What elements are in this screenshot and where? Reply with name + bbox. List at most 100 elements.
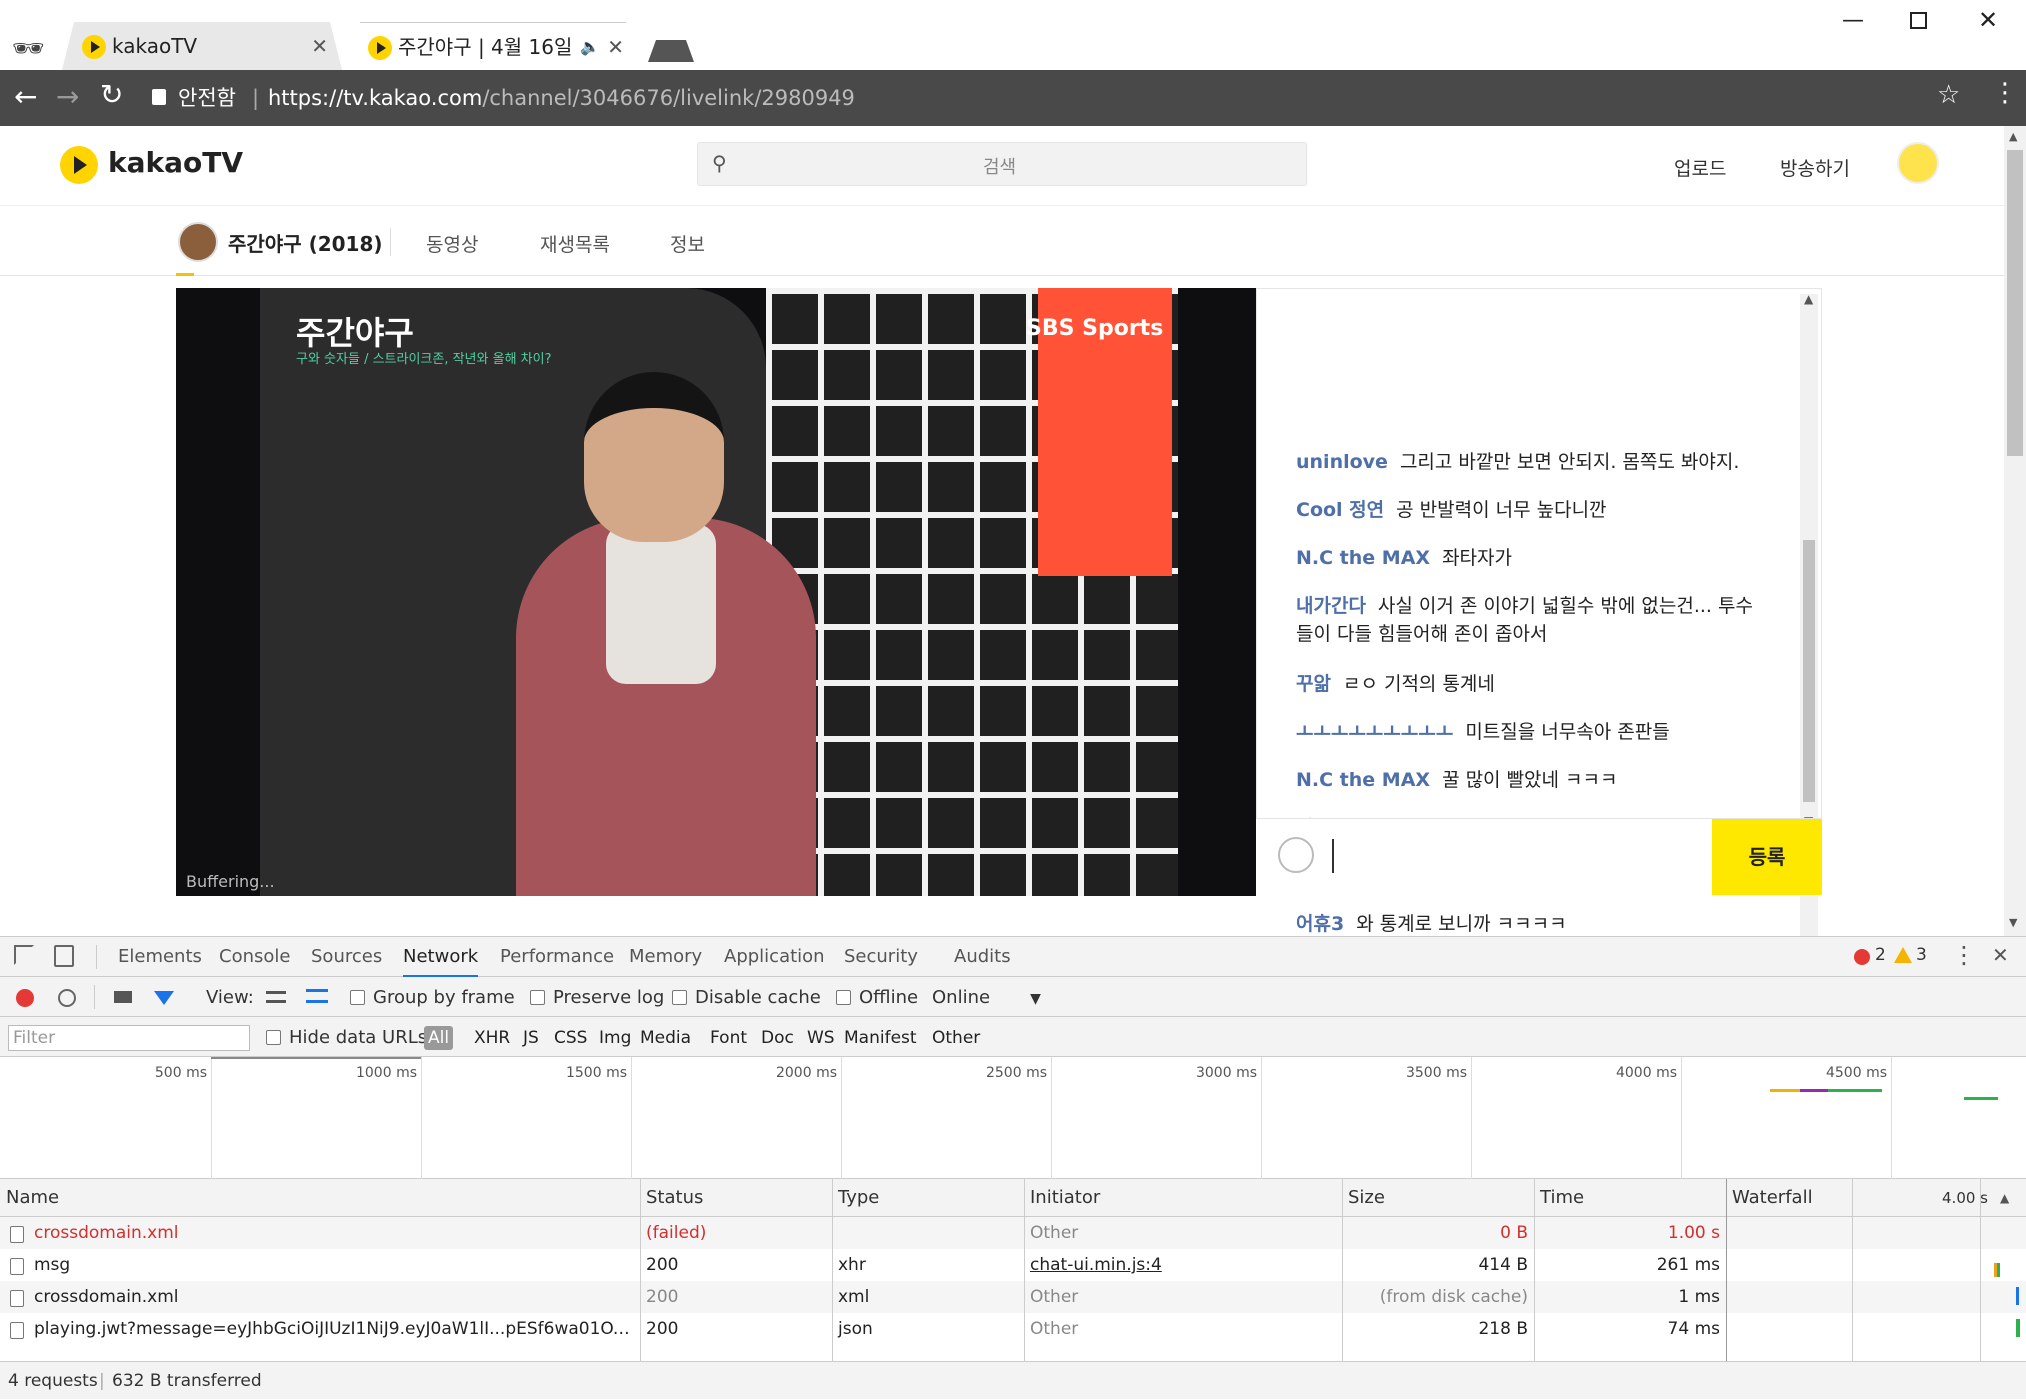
preserve-log-checkbox[interactable]: Preserve log (530, 987, 664, 1008)
warning-icon[interactable] (1894, 947, 1912, 963)
chat-username[interactable]: Cool 정연 (1296, 499, 1384, 521)
filter-input[interactable]: Filter (8, 1025, 250, 1051)
filter-type-all[interactable]: All (424, 1026, 454, 1050)
table-row[interactable]: crossdomain.xml (failed) Other 0 B 1.00 s (0, 1217, 2026, 1249)
omnibox[interactable]: 안전함 | https://tv.kakao.com/channel/30466… (140, 77, 1940, 119)
user-avatar[interactable] (1897, 142, 1939, 184)
tab-kakaotv[interactable]: kakaoTV ✕ (62, 22, 342, 70)
group-by-frame-checkbox[interactable]: Group by frame (350, 987, 515, 1008)
chat-username[interactable]: uninlove (1296, 451, 1388, 473)
column-name[interactable]: Name (0, 1179, 640, 1216)
channel-tab[interactable]: 주간야구 (2018) (176, 206, 383, 276)
filter-type-media[interactable]: Media (636, 1026, 695, 1050)
chat-send-button[interactable]: 등록 (1712, 819, 1822, 895)
nav-playlists[interactable]: 재생목록 (540, 230, 610, 257)
column-status[interactable]: Status (640, 1179, 832, 1216)
nav-info[interactable]: 정보 (670, 230, 705, 257)
devtools-menu-icon[interactable]: ⋮ (1952, 941, 1976, 969)
devtools-tab-elements[interactable]: Elements (118, 937, 202, 977)
record-icon[interactable] (16, 989, 34, 1007)
filter-type-other[interactable]: Other (928, 1026, 984, 1050)
maximize-icon[interactable] (1910, 12, 1927, 29)
page-scroll-thumb[interactable] (2007, 150, 2023, 456)
chat-message: ㅗㅗㅗㅗㅗㅗㅗㅗㅗ 미트질을 너무속아 존판들 (1296, 718, 1766, 746)
page-scrollbar[interactable]: ▲ ▼ (2004, 126, 2026, 936)
devtools-tab-network[interactable]: Network (403, 937, 479, 977)
error-icon[interactable] (1854, 949, 1870, 965)
close-tab-icon[interactable]: ✕ (311, 22, 328, 70)
overview-icon[interactable] (306, 989, 328, 1003)
page-scroll-down-icon[interactable]: ▼ (2009, 916, 2017, 929)
filter-funnel-icon[interactable] (154, 991, 174, 1005)
clear-icon[interactable] (58, 989, 76, 1007)
filter-type-css[interactable]: CSS (550, 1026, 591, 1050)
warning-count[interactable]: 3 (1916, 945, 1927, 965)
filter-type-ws[interactable]: WS (803, 1026, 839, 1050)
disable-cache-checkbox[interactable]: Disable cache (672, 987, 821, 1008)
chat-username[interactable]: 어휴3 (1296, 913, 1344, 935)
devtools-tab-memory[interactable]: Memory (629, 937, 702, 977)
upload-link[interactable]: 업로드 (1674, 154, 1726, 181)
sort-arrow-icon[interactable]: ▲ (2000, 1179, 2009, 1217)
page-scroll-up-icon[interactable]: ▲ (2009, 130, 2017, 143)
broadcast-link[interactable]: 방송하기 (1780, 154, 1850, 181)
chat-username[interactable]: N.C the MAX (1296, 769, 1430, 791)
column-type[interactable]: Type (832, 1179, 1024, 1216)
filter-type-manifest[interactable]: Manifest (840, 1026, 921, 1050)
devtools-tab-audits[interactable]: Audits (954, 937, 1011, 977)
kakaotv-page: kakaoTV ⚲ 검색 업로드 방송하기 주간야구 (2018) 동영상 재생… (0, 126, 2004, 936)
back-icon[interactable]: ← (14, 80, 37, 113)
forward-icon[interactable]: → (56, 80, 79, 113)
filter-type-js[interactable]: JS (519, 1026, 543, 1050)
close-window-icon[interactable]: ✕ (1978, 6, 1998, 34)
filter-type-img[interactable]: Img (595, 1026, 635, 1050)
table-row[interactable]: crossdomain.xml 200 xml Other (from disk cac… (0, 1281, 2026, 1313)
devtools-tab-application[interactable]: Application (724, 937, 825, 977)
close-tab-icon[interactable]: ✕ (607, 23, 624, 70)
chat-input-field[interactable] (1332, 839, 1334, 873)
column-divider (1726, 1179, 1727, 1361)
devtools-tab-security[interactable]: Security (844, 937, 918, 977)
speaker-icon[interactable]: 🔈 (580, 23, 600, 70)
menu-kebab-icon[interactable]: ⋮ (1992, 78, 2018, 108)
large-rows-icon[interactable] (266, 991, 286, 1003)
chat-scroll-thumb[interactable] (1803, 540, 1815, 802)
tab-weekly-baseball[interactable]: 주간야구 | 4월 16일 🔈 ✕ (348, 22, 638, 70)
devtools-close-icon[interactable]: ✕ (1992, 943, 2009, 967)
screenshot-icon[interactable] (114, 991, 132, 1003)
column-size[interactable]: Size (1342, 1179, 1534, 1216)
chat-username[interactable]: ㅗㅗㅗㅗㅗㅗㅗㅗㅗ (1296, 721, 1453, 743)
column-initiator[interactable]: Initiator (1024, 1179, 1342, 1216)
filter-type-doc[interactable]: Doc (757, 1026, 798, 1050)
chat-username[interactable]: N.C the MAX (1296, 547, 1430, 569)
error-count[interactable]: 2 (1875, 945, 1886, 965)
throttling-select[interactable]: Online ▼ (932, 987, 1041, 1008)
offline-checkbox[interactable]: Offline (836, 987, 918, 1008)
table-row[interactable]: playing.jwt?message=eyJhbGciOiJIUzI1NiJ9… (0, 1313, 2026, 1345)
chat-username[interactable]: 내가간다 (1296, 595, 1366, 617)
hide-data-urls-checkbox[interactable]: Hide data URLs (266, 1027, 427, 1048)
minimize-icon[interactable]: — (1842, 8, 1864, 33)
new-tab-button[interactable] (648, 40, 694, 62)
devtools-tab-performance[interactable]: Performance (500, 937, 614, 977)
table-row[interactable]: msg 200 xhr chat-ui.min.js:4 414 B 261 ms (0, 1249, 2026, 1281)
nav-videos[interactable]: 동영상 (426, 230, 478, 257)
bookmark-star-icon[interactable]: ☆ (1937, 80, 1960, 110)
filter-type-font[interactable]: Font (706, 1026, 751, 1050)
site-search-input[interactable]: ⚲ 검색 (697, 142, 1307, 186)
reload-icon[interactable]: ↻ (100, 78, 123, 111)
emoji-icon[interactable] (1278, 837, 1314, 873)
chat-username[interactable]: 꾸앎 (1296, 673, 1331, 695)
column-waterfall[interactable]: Waterfall (1726, 1179, 1856, 1216)
video-player[interactable]: SBS Sports 주간야구 구와 숫자들 / 스트라이크존, 작년와 올해 … (176, 288, 1256, 896)
video-broadcaster-logo: SBS Sports (1026, 316, 1164, 341)
devtools-tab-console[interactable]: Console (219, 937, 290, 977)
inspect-element-icon[interactable] (14, 945, 34, 965)
cell-initiator[interactable]: chat-ui.min.js:4 (1024, 1249, 1342, 1281)
chat-scroll-up-icon[interactable]: ▲ (1804, 292, 1813, 306)
filter-type-xhr[interactable]: XHR (470, 1026, 514, 1050)
device-toolbar-icon[interactable] (54, 945, 74, 967)
url-text[interactable]: https://tv.kakao.com/channel/3046676/liv… (268, 77, 855, 119)
column-time[interactable]: Time (1534, 1179, 1726, 1216)
devtools-tab-sources[interactable]: Sources (311, 937, 382, 977)
